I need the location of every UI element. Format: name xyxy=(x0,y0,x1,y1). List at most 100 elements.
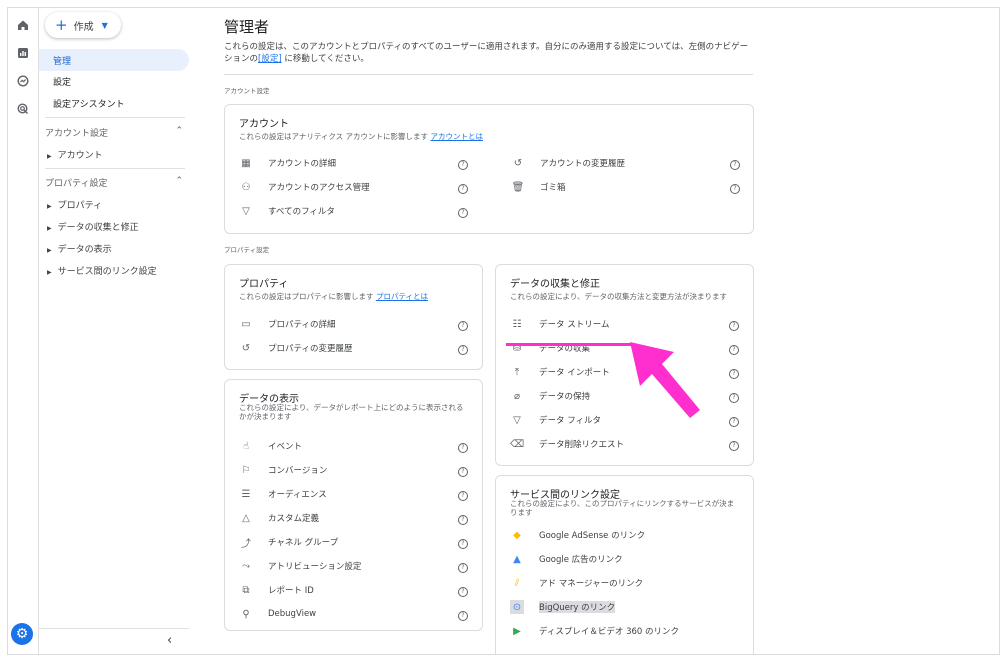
annotation-arrow-icon xyxy=(630,342,700,418)
reports-icon[interactable] xyxy=(14,44,32,62)
reporting-id-item[interactable]: ⧉ レポート ID xyxy=(239,582,313,598)
item-label: BigQuery のリンク xyxy=(539,601,616,613)
help-icon[interactable]: ? xyxy=(729,441,739,451)
item-label: アド マネージャーのリンク xyxy=(539,579,644,589)
item-label: アカウントの変更履歴 xyxy=(540,159,626,169)
help-icon[interactable]: ? xyxy=(458,539,468,549)
help-icon[interactable]: ? xyxy=(458,491,468,501)
card-subtitle-text: これらの設定により、このプロパティにリンクするサービスが決ま xyxy=(510,499,735,508)
id-icon: ⧉ xyxy=(242,584,250,596)
help-icon[interactable]: ? xyxy=(730,184,740,194)
sidebar-item-label: アカウント xyxy=(57,151,103,161)
property-settings-section[interactable]: プロパティ設定 ⌃ xyxy=(45,176,183,189)
trash-icon: 🗑 xyxy=(511,181,525,193)
data-filters-item[interactable]: ▽ データ フィルタ xyxy=(510,412,601,428)
property-card: プロパティ これらの設定はプロパティに影響します プロパティとは ▭ プロパティの… xyxy=(224,264,483,370)
item-label: アカウントのアクセス管理 xyxy=(268,183,370,193)
help-icon[interactable]: ? xyxy=(458,587,468,597)
sidebar-item-product-links[interactable]: ▶ サービス間のリンク設定 xyxy=(47,264,157,277)
ad-manager-icon: ⫽ xyxy=(514,577,520,589)
property-details-item[interactable]: ▭ プロパティの詳細 xyxy=(239,316,335,332)
home-icon[interactable] xyxy=(14,16,32,34)
debugview-item[interactable]: ⚲ DebugView xyxy=(239,606,316,622)
sidebar-item-admin[interactable]: 管理 xyxy=(39,49,189,71)
caret-down-icon: ▼ xyxy=(101,20,108,30)
card-title: アカウント xyxy=(239,119,289,130)
item-label: Google AdSense のリンク xyxy=(539,531,646,541)
audiences-item[interactable]: ☰ オーディエンス xyxy=(239,486,327,502)
expand-arrow-icon: ▶ xyxy=(47,269,52,276)
what-is-account-link[interactable]: アカウントとは xyxy=(430,132,483,141)
divider xyxy=(45,168,185,169)
card-subtitle-text: これらの設定により、データがレポート上にどのように表示される xyxy=(239,403,464,412)
route-icon: ⤳ xyxy=(242,560,250,572)
card-subtitle-text: ります xyxy=(510,508,533,517)
card-subtitle: これらの設定により、データの収集方法と変更方法が決まります xyxy=(510,292,728,301)
help-icon[interactable]: ? xyxy=(730,160,740,170)
help-icon[interactable]: ? xyxy=(458,611,468,621)
data-import-item[interactable]: ⤒ データ インポート xyxy=(510,364,610,380)
what-is-property-link[interactable]: プロパティとは xyxy=(376,292,428,301)
google-ads-links-item[interactable]: ▲ Google 広告のリンク xyxy=(510,551,623,567)
help-icon[interactable]: ? xyxy=(458,443,468,453)
sidebar-item-data-collection[interactable]: ▶ データの収集と修正 xyxy=(47,220,139,233)
advertising-icon[interactable] xyxy=(14,100,32,118)
google-ads-icon: ▲ xyxy=(513,553,521,565)
property-change-history-item[interactable]: ↺ プロパティの変更履歴 xyxy=(239,340,353,356)
item-label: コンバージョン xyxy=(268,466,328,476)
dv360-links-item[interactable]: ▶ ディスプレイ＆ビデオ 360 のリンク xyxy=(510,623,679,639)
data-deletion-requests-item[interactable]: ⌫ データ削除リクエスト xyxy=(510,436,624,452)
expand-arrow-icon: ▶ xyxy=(47,247,52,254)
channel-groups-item[interactable]: ⤴ チャネル グループ xyxy=(239,534,338,550)
adsense-links-item[interactable]: ◆ Google AdSense のリンク xyxy=(510,527,645,543)
account-change-history-item[interactable]: ↺ アカウントの変更履歴 xyxy=(511,155,625,171)
all-filters-item[interactable]: ▽ すべてのフィルタ xyxy=(239,203,335,219)
sidebar-item-settings[interactable]: 設定 xyxy=(39,70,189,92)
data-retention-item[interactable]: ⌀ データの保持 xyxy=(510,388,590,404)
help-icon[interactable]: ? xyxy=(458,563,468,573)
trash-item[interactable]: 🗑 ゴミ箱 xyxy=(511,179,566,195)
help-icon[interactable]: ? xyxy=(729,393,739,403)
data-streams-item[interactable]: ☷ データ ストリーム xyxy=(510,316,610,332)
account-details-item[interactable]: ▦ アカウントの詳細 xyxy=(239,155,336,171)
account-access-item[interactable]: ⚇ アカウントのアクセス管理 xyxy=(239,179,370,195)
events-item[interactable]: ☝ イベント xyxy=(239,438,302,454)
divider xyxy=(45,117,185,118)
help-icon[interactable]: ? xyxy=(729,369,739,379)
item-label: データ インポート xyxy=(539,368,610,378)
help-icon[interactable]: ? xyxy=(729,345,739,355)
card-subtitle: これらの設定により、このプロパティにリンクするサービスが決ま ります xyxy=(510,499,734,517)
help-icon[interactable]: ? xyxy=(458,467,468,477)
bigquery-icon: ⊙ xyxy=(510,600,524,614)
create-button[interactable]: + 作成 ▼ xyxy=(45,12,121,38)
stream-icon: ☷ xyxy=(512,318,522,330)
conversions-item[interactable]: ⚐ コンバージョン xyxy=(239,462,328,478)
help-icon[interactable]: ? xyxy=(729,417,739,427)
chevron-up-icon: ⌃ xyxy=(175,126,183,136)
item-label: オーディエンス xyxy=(268,490,327,500)
sidebar-item-property[interactable]: ▶ プロパティ xyxy=(47,198,102,211)
help-icon[interactable]: ? xyxy=(458,208,468,218)
explore-icon[interactable] xyxy=(14,72,32,90)
sidebar-item-account[interactable]: ▶ アカウント xyxy=(47,148,103,161)
gear-icon[interactable]: ⚙ xyxy=(11,623,33,645)
help-icon[interactable]: ? xyxy=(458,345,468,355)
custom-definitions-item[interactable]: △ カスタム定義 xyxy=(239,510,319,526)
account-settings-section[interactable]: アカウント設定 ⌃ xyxy=(45,126,183,139)
help-icon[interactable]: ? xyxy=(729,321,739,331)
bigquery-links-item[interactable]: ⊙ BigQuery のリンク xyxy=(510,599,616,615)
sidebar-item-setup-assistant[interactable]: 設定アシスタント xyxy=(39,92,189,114)
sidebar-item-data-display[interactable]: ▶ データの表示 xyxy=(47,242,112,255)
attribution-settings-item[interactable]: ⤳ アトリビューション設定 xyxy=(239,558,361,574)
help-icon[interactable]: ? xyxy=(458,160,468,170)
main-content: 管理者 これらの設定は、このアカウントとプロパティのすべてのユーザーに適用されま… xyxy=(224,8,769,654)
ad-manager-links-item[interactable]: ⫽ アド マネージャーのリンク xyxy=(510,575,643,591)
item-label: ゴミ箱 xyxy=(540,183,566,193)
settings-link[interactable]: [設定] xyxy=(258,54,282,64)
help-icon[interactable]: ? xyxy=(458,321,468,331)
help-icon[interactable]: ? xyxy=(458,184,468,194)
card-subtitle: これらの設定はアナリティクス アカウントに影響します アカウントとは xyxy=(239,132,483,141)
collapse-sidebar-button[interactable]: ‹ xyxy=(39,628,189,648)
help-icon[interactable]: ? xyxy=(458,515,468,525)
expand-arrow-icon: ▶ xyxy=(47,225,52,232)
